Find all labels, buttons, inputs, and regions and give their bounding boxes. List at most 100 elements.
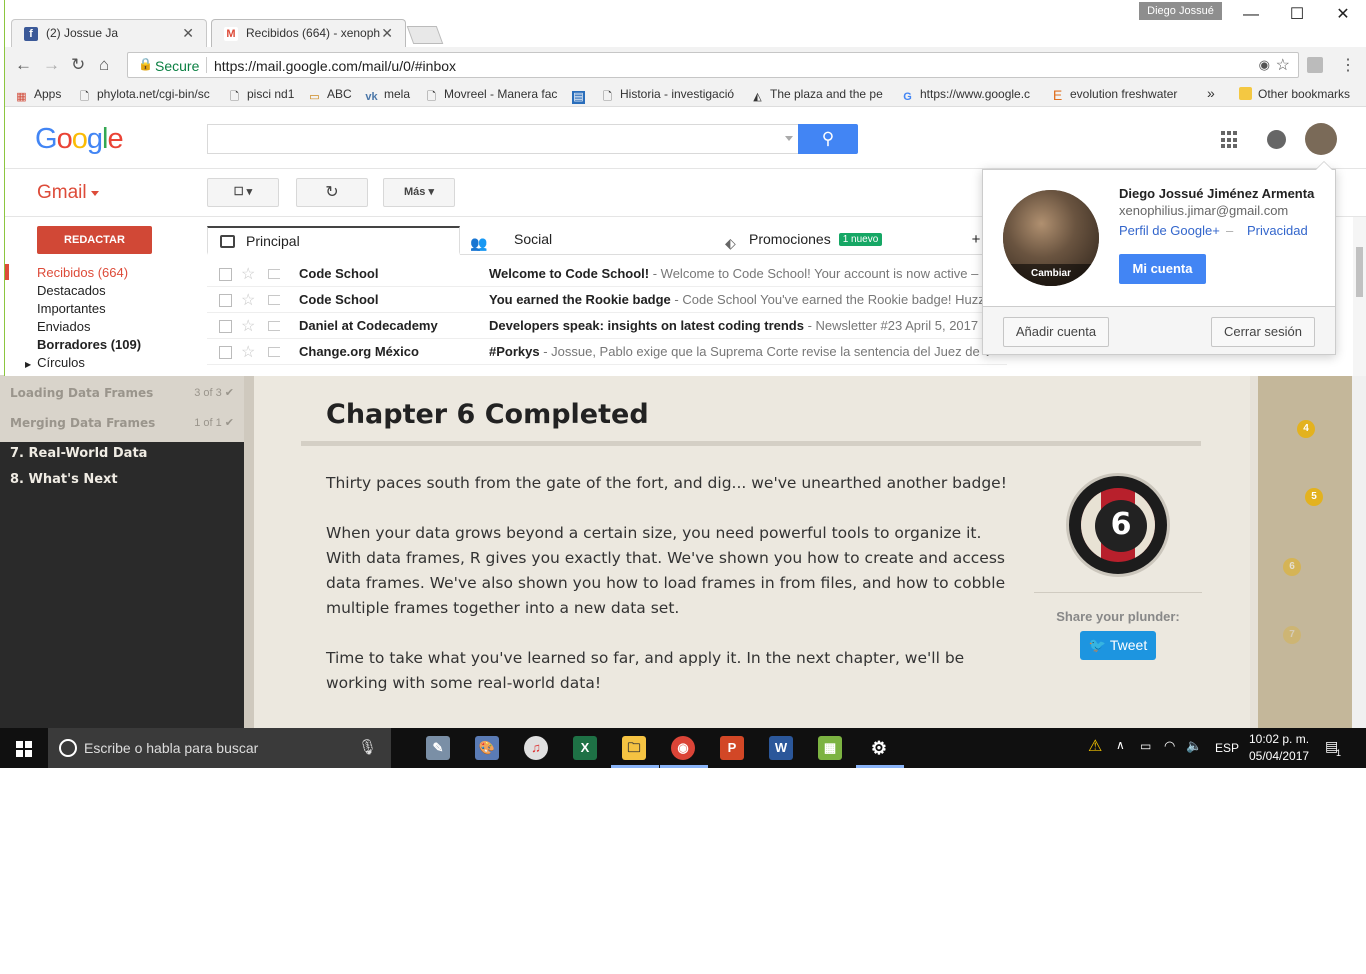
warning-icon[interactable]: ⚠ <box>1088 736 1102 756</box>
taskbar-search[interactable]: Escribe o habla para buscar 🎙 <box>48 728 391 768</box>
star-icon[interactable]: ☆ <box>241 316 255 336</box>
menu-icon[interactable]: ⋮ <box>1340 55 1356 75</box>
close-tab-icon[interactable]: ✕ <box>182 20 194 47</box>
bookmark-item[interactable]: Eevolution freshwater <box>1051 87 1178 102</box>
bookmark-item[interactable]: Ghttps://www.google.c <box>901 87 1030 104</box>
lesson-merging-data-frames[interactable]: Merging Data Frames <box>10 416 155 430</box>
chapter-link[interactable]: 8. What's Next <box>10 472 118 487</box>
account-avatar[interactable]: Cambiar <box>1003 190 1099 286</box>
sign-out-button[interactable]: Cerrar sesión <box>1211 317 1315 347</box>
bookmark-item[interactable]: ▤ <box>572 87 591 104</box>
clock-time[interactable]: 10:02 p. m. <box>1249 732 1309 746</box>
star-icon[interactable]: ☆ <box>241 290 255 310</box>
my-account-button[interactable]: Mi cuenta <box>1119 254 1206 284</box>
settings-gear-icon[interactable]: ⚙ <box>867 736 891 760</box>
chrome-icon[interactable]: ◉ <box>671 736 695 760</box>
important-marker-icon[interactable] <box>268 269 280 279</box>
avatar[interactable] <box>1305 123 1337 155</box>
change-photo-label[interactable]: Cambiar <box>1003 264 1099 286</box>
more-bookmarks-icon[interactable]: » <box>1207 85 1215 101</box>
row-checkbox[interactable] <box>219 294 232 307</box>
tab-principal[interactable]: Principal <box>207 226 460 255</box>
folder-circles[interactable]: ▶ Círculos <box>25 355 85 370</box>
home-icon[interactable]: ⌂ <box>99 55 109 75</box>
extension-icon[interactable] <box>1307 57 1323 73</box>
clock-date[interactable]: 05/04/2017 <box>1249 749 1309 763</box>
star-icon[interactable]: ☆ <box>241 342 255 362</box>
compose-button[interactable]: REDACTAR <box>37 226 152 254</box>
bookmark-item[interactable]: vk mela <box>365 87 410 104</box>
paint-brush-app-icon[interactable]: ✎ <box>426 736 450 760</box>
gmail-scrollbar[interactable] <box>1353 217 1366 376</box>
tab-gmail[interactable]: M Recibidos (664) - xenoph ✕ <box>211 19 406 47</box>
map-point[interactable]: 6 <box>1283 558 1301 576</box>
table-row[interactable]: ☆ Change.org México #Porkys - Jossue, Pa… <box>207 339 1007 365</box>
language-indicator[interactable]: ESP <box>1215 741 1239 755</box>
profile-chip[interactable]: Diego Jossué <box>1139 2 1222 20</box>
bookmark-item[interactable]: 🗋 Movreel - Manera fac <box>425 87 557 104</box>
google-plus-profile-link[interactable]: Perfil de Google+ <box>1119 223 1220 238</box>
folder-starred[interactable]: Destacados <box>37 283 106 298</box>
search-options-icon[interactable] <box>785 136 793 141</box>
select-checkbox-button[interactable]: ☐ ▾ <box>207 178 279 207</box>
powerpoint-icon[interactable]: P <box>720 736 744 760</box>
folder-inbox[interactable]: Recibidos (664) <box>37 265 128 280</box>
battery-icon[interactable]: ▭ <box>1140 739 1151 753</box>
table-row[interactable]: ☆ Daniel at Codecademy Developers speak:… <box>207 313 1007 339</box>
row-checkbox[interactable] <box>219 268 232 281</box>
other-bookmarks[interactable]: Other bookmarks <box>1239 87 1350 101</box>
chevron-down-icon[interactable] <box>91 191 99 196</box>
chapter-link[interactable]: 7. Real-World Data <box>10 446 147 461</box>
reload-icon[interactable]: ↻ <box>71 55 85 75</box>
minimize-icon[interactable]: — <box>1228 0 1274 30</box>
maximize-icon[interactable]: ☐ <box>1274 0 1320 30</box>
page-scrollbar[interactable] <box>1352 375 1366 728</box>
eye-icon[interactable]: ◉ <box>1259 57 1270 73</box>
search-button[interactable]: ⚲ <box>798 124 858 154</box>
table-row[interactable]: ☆ Code School You earned the Rookie badg… <box>207 287 1007 313</box>
more-button[interactable]: Más ▾ <box>383 178 455 207</box>
lesson-loading-data-frames[interactable]: Loading Data Frames <box>10 386 153 400</box>
tab-facebook[interactable]: f (2) Jossue Ja ✕ <box>11 19 207 47</box>
important-marker-icon[interactable] <box>268 347 280 357</box>
map-point[interactable]: 7 <box>1283 626 1301 644</box>
privacy-link[interactable]: Privacidad <box>1247 223 1308 238</box>
paint-app-icon[interactable]: 🎨 <box>475 736 499 760</box>
search-input[interactable] <box>207 124 799 154</box>
row-checkbox[interactable] <box>219 320 232 333</box>
google-logo[interactable]: Google <box>35 123 124 156</box>
refresh-icon[interactable]: ↻ <box>296 178 368 207</box>
row-checkbox[interactable] <box>219 346 232 359</box>
add-account-button[interactable]: Añadir cuenta <box>1003 317 1109 347</box>
word-icon[interactable]: W <box>769 736 793 760</box>
volume-icon[interactable]: 🔈 <box>1186 738 1202 754</box>
new-tab-button[interactable] <box>406 26 444 44</box>
url-text[interactable]: https://mail.google.com/mail/u/0/#inbox <box>214 58 456 74</box>
bookmark-apps[interactable]: ▦ Apps <box>15 87 61 104</box>
tab-promociones[interactable]: ⬖ Promociones 1 nuevo <box>713 226 966 255</box>
wifi-icon[interactable]: ◠ <box>1164 738 1175 754</box>
notifications-icon[interactable] <box>1267 130 1286 149</box>
chevron-up-icon[interactable]: ∧ <box>1116 738 1125 752</box>
file-explorer-icon[interactable]: 🗀 <box>622 736 646 760</box>
map-point[interactable]: 4 <box>1297 420 1315 438</box>
chart-app-icon[interactable]: ▦ <box>818 736 842 760</box>
important-marker-icon[interactable] <box>268 321 280 331</box>
excel-icon[interactable]: X <box>573 736 597 760</box>
bookmark-item[interactable]: 🗋 phylota.net/cgi-bin/sc <box>78 87 210 104</box>
folder-drafts[interactable]: Borradores (109) <box>37 337 141 352</box>
close-tab-icon[interactable]: ✕ <box>381 20 393 47</box>
apps-grid-icon[interactable] <box>1221 131 1239 149</box>
folder-sent[interactable]: Enviados <box>37 319 90 334</box>
important-marker-icon[interactable] <box>268 295 280 305</box>
close-window-icon[interactable]: ✕ <box>1320 0 1366 30</box>
itunes-icon[interactable]: ♫ <box>524 736 548 760</box>
bookmark-item[interactable]: ◭ The plaza and the pe <box>751 87 883 104</box>
bookmark-item[interactable]: ▭ ABC <box>308 87 351 104</box>
address-bar[interactable]: 🔒 Secure https://mail.google.com/mail/u/… <box>127 52 1299 78</box>
forward-icon[interactable]: → <box>43 55 60 75</box>
tweet-button[interactable]: 🐦 Tweet <box>1080 631 1156 660</box>
gmail-menu[interactable]: Gmail <box>37 182 87 204</box>
course-map[interactable]: 4 5 6 7 <box>1258 375 1352 728</box>
windows-start-icon[interactable] <box>16 741 32 757</box>
